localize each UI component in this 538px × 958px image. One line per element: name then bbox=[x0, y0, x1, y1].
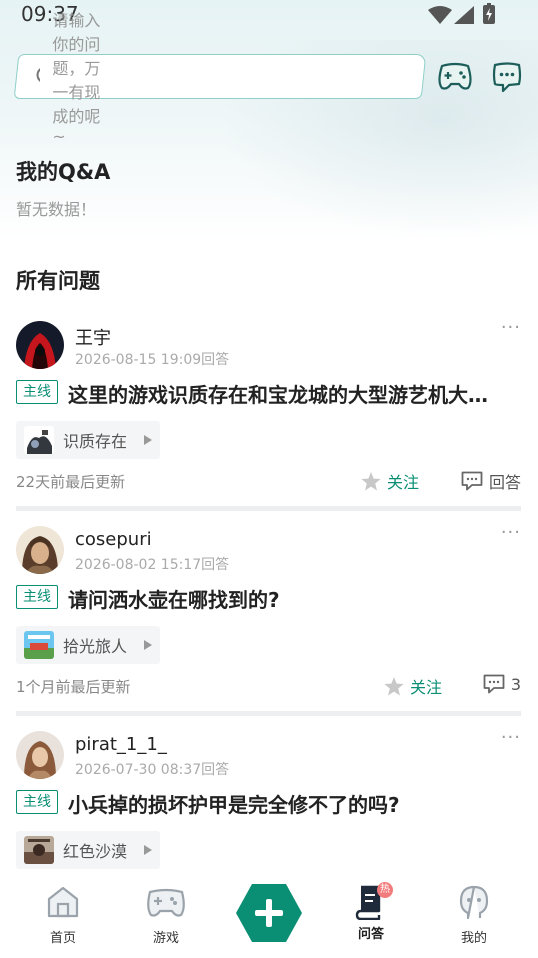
more-options-icon[interactable]: ··· bbox=[501, 522, 521, 543]
tag-badge: 主线 bbox=[16, 380, 58, 404]
plus-icon bbox=[236, 884, 302, 942]
user-name[interactable]: 王宇 bbox=[75, 324, 111, 350]
answer-date: 2026-07-30 08:37回答 bbox=[75, 762, 230, 778]
answer-date: 2026-08-02 15:17回答 bbox=[75, 557, 230, 573]
question-title[interactable]: 这里的游戏识质存在和宝龙城的大型游艺机大… bbox=[68, 379, 520, 408]
question-title[interactable]: 请问洒水壶在哪找到的? bbox=[68, 584, 520, 613]
follow-button[interactable]: 关注 bbox=[361, 469, 419, 493]
tab-home[interactable]: 首页 bbox=[33, 884, 93, 946]
gamepad-icon bbox=[147, 888, 185, 917]
follow-label: 关注 bbox=[410, 678, 443, 697]
game-name: 红色沙漠 bbox=[63, 842, 128, 861]
question-title[interactable]: 小兵掉的损坏护甲是完全修不了的吗? bbox=[68, 789, 520, 818]
tab-games[interactable]: 游戏 bbox=[136, 884, 196, 946]
user-icon bbox=[459, 885, 489, 920]
tab-home-label: 首页 bbox=[49, 931, 76, 946]
tab-me[interactable]: 我的 bbox=[444, 884, 504, 946]
tag-badge: 主线 bbox=[16, 585, 58, 609]
game-chip[interactable]: 识质存在 bbox=[16, 421, 160, 459]
battery-icon bbox=[483, 3, 495, 24]
home-icon bbox=[47, 886, 79, 918]
chevron-right-icon bbox=[144, 640, 152, 650]
last-updated: 22天前最后更新 bbox=[16, 473, 126, 491]
bottom-tab-bar: 首页 游戏 热 问答 我的 bbox=[0, 872, 538, 958]
my-qa-empty: 暂无数据！ bbox=[16, 200, 97, 219]
comment-icon bbox=[483, 674, 505, 694]
publish-button[interactable] bbox=[236, 884, 302, 946]
all-questions-title: 所有问题 bbox=[16, 269, 100, 293]
reply-button[interactable]: 3 bbox=[483, 674, 521, 694]
follow-button[interactable]: 关注 bbox=[384, 674, 442, 698]
reply-count: 3 bbox=[510, 674, 521, 694]
last-updated: 1个月前最后更新 bbox=[16, 678, 131, 696]
comment-icon bbox=[461, 471, 483, 491]
search-placeholder: 请输入你的问题，万一有现成的呢~ bbox=[52, 11, 101, 146]
gamepad-button[interactable] bbox=[437, 60, 473, 94]
star-icon bbox=[361, 471, 381, 490]
more-options-icon[interactable]: ··· bbox=[501, 317, 521, 338]
signal-icon bbox=[454, 6, 474, 24]
reply-button[interactable]: 回答 bbox=[461, 469, 521, 493]
hot-badge: 热 bbox=[377, 882, 393, 898]
avatar[interactable] bbox=[16, 731, 64, 779]
tag-badge: 主线 bbox=[16, 790, 58, 814]
my-qa-title: 我的Q&A bbox=[16, 160, 111, 184]
divider bbox=[16, 711, 521, 716]
game-chip[interactable]: 红色沙漠 bbox=[16, 831, 160, 869]
reply-label: 回答 bbox=[488, 473, 521, 492]
follow-label: 关注 bbox=[387, 473, 420, 492]
search-icon bbox=[36, 67, 41, 82]
divider bbox=[16, 506, 521, 511]
avatar[interactable] bbox=[16, 526, 64, 574]
game-name: 识质存在 bbox=[63, 432, 128, 451]
tab-qa[interactable]: 热 问答 bbox=[341, 882, 401, 942]
message-button[interactable] bbox=[492, 60, 522, 94]
tab-games-label: 游戏 bbox=[152, 931, 179, 946]
chevron-right-icon bbox=[144, 435, 152, 445]
avatar[interactable] bbox=[16, 321, 64, 369]
tab-qa-label: 问答 bbox=[357, 927, 384, 942]
game-icon bbox=[24, 631, 54, 659]
tab-me-label: 我的 bbox=[460, 931, 487, 946]
wifi-icon bbox=[428, 6, 452, 24]
game-icon bbox=[24, 836, 54, 864]
user-name[interactable]: pirat_1_1_ bbox=[75, 734, 167, 755]
game-chip[interactable]: 拾光旅人 bbox=[16, 626, 160, 664]
chevron-right-icon bbox=[144, 845, 152, 855]
answer-date: 2026-08-15 19:09回答 bbox=[75, 352, 230, 368]
user-name[interactable]: cosepuri bbox=[75, 529, 152, 550]
game-name: 拾光旅人 bbox=[63, 637, 128, 656]
more-options-icon[interactable]: ··· bbox=[501, 727, 521, 748]
star-icon bbox=[384, 676, 404, 695]
game-icon bbox=[24, 426, 54, 454]
